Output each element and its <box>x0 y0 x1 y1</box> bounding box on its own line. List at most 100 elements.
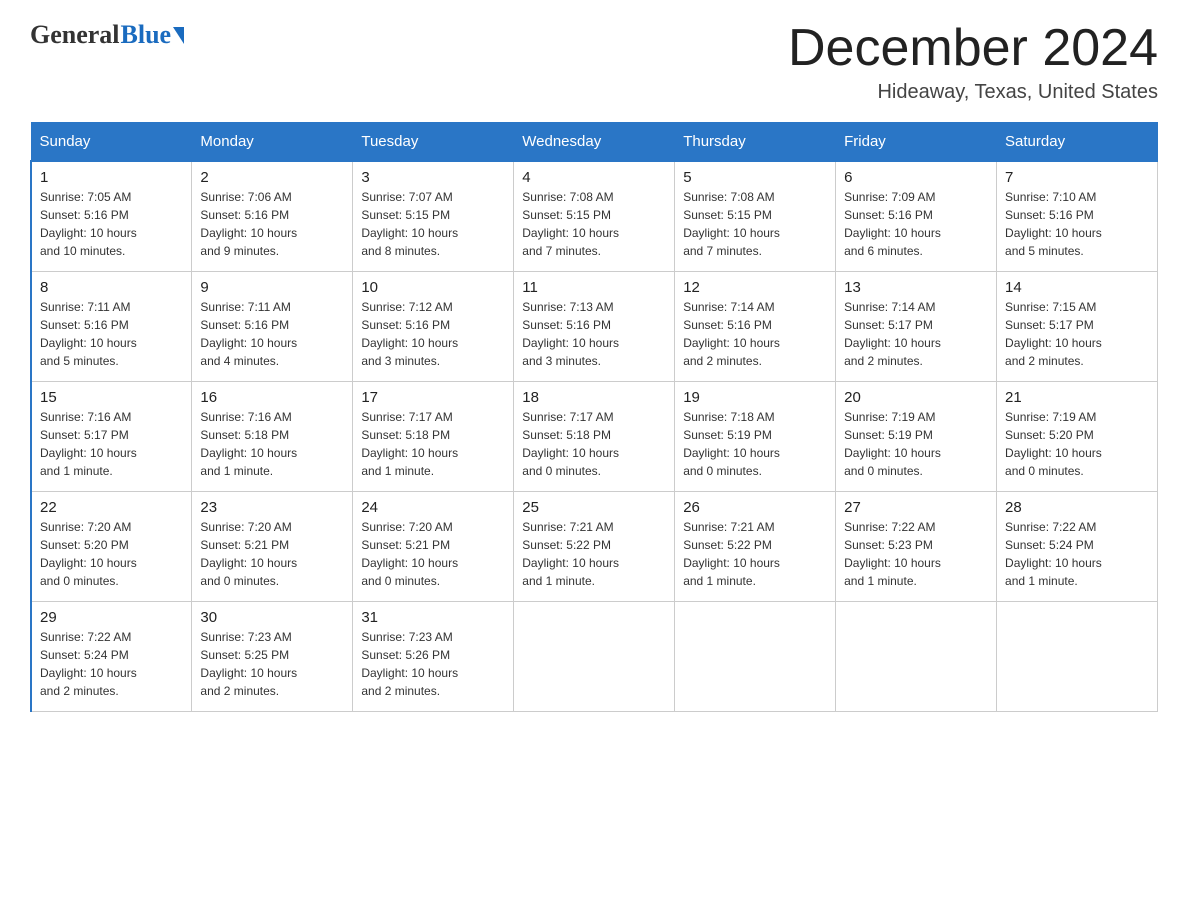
day-number: 12 <box>683 279 827 296</box>
day-number: 15 <box>40 389 183 406</box>
day-number: 2 <box>200 169 344 186</box>
calendar-cell: 16 Sunrise: 7:16 AMSunset: 5:18 PMDaylig… <box>192 381 353 491</box>
day-number: 18 <box>522 389 666 406</box>
calendar-cell: 23 Sunrise: 7:20 AMSunset: 5:21 PMDaylig… <box>192 491 353 601</box>
calendar-cell: 14 Sunrise: 7:15 AMSunset: 5:17 PMDaylig… <box>997 271 1158 381</box>
day-number: 22 <box>40 499 183 516</box>
month-title: December 2024 <box>788 20 1158 77</box>
day-info: Sunrise: 7:11 AMSunset: 5:16 PMDaylight:… <box>40 300 137 368</box>
header-tuesday: Tuesday <box>353 123 514 162</box>
calendar-cell: 15 Sunrise: 7:16 AMSunset: 5:17 PMDaylig… <box>31 381 192 491</box>
day-number: 31 <box>361 609 505 626</box>
header-monday: Monday <box>192 123 353 162</box>
day-info: Sunrise: 7:11 AMSunset: 5:16 PMDaylight:… <box>200 300 297 368</box>
day-info: Sunrise: 7:10 AMSunset: 5:16 PMDaylight:… <box>1005 190 1102 258</box>
calendar-cell: 26 Sunrise: 7:21 AMSunset: 5:22 PMDaylig… <box>675 491 836 601</box>
logo: General Blue <box>30 20 184 50</box>
day-info: Sunrise: 7:18 AMSunset: 5:19 PMDaylight:… <box>683 410 780 478</box>
day-info: Sunrise: 7:22 AMSunset: 5:24 PMDaylight:… <box>1005 520 1102 588</box>
calendar-cell: 25 Sunrise: 7:21 AMSunset: 5:22 PMDaylig… <box>514 491 675 601</box>
day-number: 30 <box>200 609 344 626</box>
header-saturday: Saturday <box>997 123 1158 162</box>
calendar-cell: 6 Sunrise: 7:09 AMSunset: 5:16 PMDayligh… <box>836 161 997 271</box>
header-row: SundayMondayTuesdayWednesdayThursdayFrid… <box>31 123 1158 162</box>
calendar-cell: 27 Sunrise: 7:22 AMSunset: 5:23 PMDaylig… <box>836 491 997 601</box>
calendar-cell: 1 Sunrise: 7:05 AMSunset: 5:16 PMDayligh… <box>31 161 192 271</box>
day-info: Sunrise: 7:19 AMSunset: 5:20 PMDaylight:… <box>1005 410 1102 478</box>
day-info: Sunrise: 7:23 AMSunset: 5:26 PMDaylight:… <box>361 630 458 698</box>
week-row-4: 22 Sunrise: 7:20 AMSunset: 5:20 PMDaylig… <box>31 491 1158 601</box>
calendar-cell: 11 Sunrise: 7:13 AMSunset: 5:16 PMDaylig… <box>514 271 675 381</box>
day-number: 20 <box>844 389 988 406</box>
day-info: Sunrise: 7:21 AMSunset: 5:22 PMDaylight:… <box>683 520 780 588</box>
day-number: 11 <box>522 279 666 296</box>
calendar-body: 1 Sunrise: 7:05 AMSunset: 5:16 PMDayligh… <box>31 161 1158 711</box>
day-info: Sunrise: 7:16 AMSunset: 5:18 PMDaylight:… <box>200 410 297 478</box>
calendar-cell: 29 Sunrise: 7:22 AMSunset: 5:24 PMDaylig… <box>31 601 192 711</box>
day-number: 4 <box>522 169 666 186</box>
day-number: 7 <box>1005 169 1149 186</box>
day-number: 13 <box>844 279 988 296</box>
day-info: Sunrise: 7:22 AMSunset: 5:23 PMDaylight:… <box>844 520 941 588</box>
day-info: Sunrise: 7:21 AMSunset: 5:22 PMDaylight:… <box>522 520 619 588</box>
day-number: 8 <box>40 279 183 296</box>
day-info: Sunrise: 7:20 AMSunset: 5:20 PMDaylight:… <box>40 520 137 588</box>
calendar-cell: 5 Sunrise: 7:08 AMSunset: 5:15 PMDayligh… <box>675 161 836 271</box>
location-title: Hideaway, Texas, United States <box>788 81 1158 104</box>
day-number: 26 <box>683 499 827 516</box>
logo-text: General Blue <box>30 20 184 50</box>
day-number: 24 <box>361 499 505 516</box>
day-info: Sunrise: 7:17 AMSunset: 5:18 PMDaylight:… <box>361 410 458 478</box>
day-number: 19 <box>683 389 827 406</box>
calendar-cell: 2 Sunrise: 7:06 AMSunset: 5:16 PMDayligh… <box>192 161 353 271</box>
day-info: Sunrise: 7:05 AMSunset: 5:16 PMDaylight:… <box>40 190 137 258</box>
calendar-cell: 12 Sunrise: 7:14 AMSunset: 5:16 PMDaylig… <box>675 271 836 381</box>
calendar-cell: 20 Sunrise: 7:19 AMSunset: 5:19 PMDaylig… <box>836 381 997 491</box>
calendar-cell: 19 Sunrise: 7:18 AMSunset: 5:19 PMDaylig… <box>675 381 836 491</box>
day-number: 10 <box>361 279 505 296</box>
day-info: Sunrise: 7:12 AMSunset: 5:16 PMDaylight:… <box>361 300 458 368</box>
day-info: Sunrise: 7:20 AMSunset: 5:21 PMDaylight:… <box>200 520 297 588</box>
day-number: 6 <box>844 169 988 186</box>
day-number: 23 <box>200 499 344 516</box>
calendar-cell <box>514 601 675 711</box>
day-info: Sunrise: 7:08 AMSunset: 5:15 PMDaylight:… <box>522 190 619 258</box>
title-area: December 2024 Hideaway, Texas, United St… <box>788 20 1158 104</box>
day-info: Sunrise: 7:20 AMSunset: 5:21 PMDaylight:… <box>361 520 458 588</box>
calendar-header: SundayMondayTuesdayWednesdayThursdayFrid… <box>31 123 1158 162</box>
week-row-1: 1 Sunrise: 7:05 AMSunset: 5:16 PMDayligh… <box>31 161 1158 271</box>
logo-general: General <box>30 20 120 50</box>
calendar-cell: 3 Sunrise: 7:07 AMSunset: 5:15 PMDayligh… <box>353 161 514 271</box>
day-number: 27 <box>844 499 988 516</box>
header-wednesday: Wednesday <box>514 123 675 162</box>
calendar-cell: 17 Sunrise: 7:17 AMSunset: 5:18 PMDaylig… <box>353 381 514 491</box>
calendar-cell: 31 Sunrise: 7:23 AMSunset: 5:26 PMDaylig… <box>353 601 514 711</box>
day-info: Sunrise: 7:16 AMSunset: 5:17 PMDaylight:… <box>40 410 137 478</box>
day-info: Sunrise: 7:23 AMSunset: 5:25 PMDaylight:… <box>200 630 297 698</box>
calendar-cell: 28 Sunrise: 7:22 AMSunset: 5:24 PMDaylig… <box>997 491 1158 601</box>
calendar-cell: 24 Sunrise: 7:20 AMSunset: 5:21 PMDaylig… <box>353 491 514 601</box>
day-number: 3 <box>361 169 505 186</box>
day-number: 5 <box>683 169 827 186</box>
calendar-cell <box>675 601 836 711</box>
day-number: 9 <box>200 279 344 296</box>
calendar-cell: 4 Sunrise: 7:08 AMSunset: 5:15 PMDayligh… <box>514 161 675 271</box>
day-info: Sunrise: 7:06 AMSunset: 5:16 PMDaylight:… <box>200 190 297 258</box>
page-header: General Blue December 2024 Hideaway, Tex… <box>30 20 1158 104</box>
day-info: Sunrise: 7:09 AMSunset: 5:16 PMDaylight:… <box>844 190 941 258</box>
header-sunday: Sunday <box>31 123 192 162</box>
day-number: 14 <box>1005 279 1149 296</box>
day-info: Sunrise: 7:19 AMSunset: 5:19 PMDaylight:… <box>844 410 941 478</box>
calendar-cell: 18 Sunrise: 7:17 AMSunset: 5:18 PMDaylig… <box>514 381 675 491</box>
calendar-cell: 9 Sunrise: 7:11 AMSunset: 5:16 PMDayligh… <box>192 271 353 381</box>
header-thursday: Thursday <box>675 123 836 162</box>
day-number: 1 <box>40 169 183 186</box>
day-number: 29 <box>40 609 183 626</box>
day-info: Sunrise: 7:17 AMSunset: 5:18 PMDaylight:… <box>522 410 619 478</box>
day-number: 16 <box>200 389 344 406</box>
day-info: Sunrise: 7:15 AMSunset: 5:17 PMDaylight:… <box>1005 300 1102 368</box>
day-info: Sunrise: 7:07 AMSunset: 5:15 PMDaylight:… <box>361 190 458 258</box>
logo-blue: Blue <box>121 20 172 50</box>
calendar-cell: 22 Sunrise: 7:20 AMSunset: 5:20 PMDaylig… <box>31 491 192 601</box>
week-row-2: 8 Sunrise: 7:11 AMSunset: 5:16 PMDayligh… <box>31 271 1158 381</box>
